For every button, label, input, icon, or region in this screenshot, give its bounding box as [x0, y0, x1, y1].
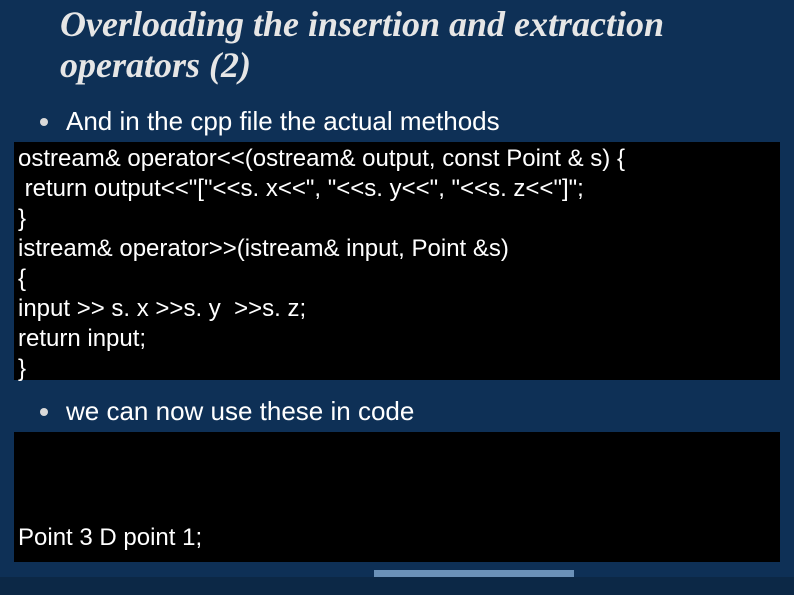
slide: Overloading the insertion and extraction…	[0, 0, 794, 595]
slide-title: Overloading the insertion and extraction…	[60, 4, 740, 87]
bullet-dot-icon	[40, 408, 48, 416]
bullet-2: we can now use these in code	[40, 396, 414, 427]
footer-bar	[0, 577, 794, 595]
code-block-2: Point 3 D point 1; cin >> point 1; cout …	[14, 432, 780, 562]
code-block-1: ostream& operator<<(ostream& output, con…	[14, 142, 780, 380]
bullet-1: And in the cpp file the actual methods	[40, 106, 500, 137]
bullet-dot-icon	[40, 118, 48, 126]
code-line: Point 3 D point 1;	[18, 518, 776, 559]
bullet-1-text: And in the cpp file the actual methods	[66, 106, 500, 137]
bullet-2-text: we can now use these in code	[66, 396, 414, 427]
